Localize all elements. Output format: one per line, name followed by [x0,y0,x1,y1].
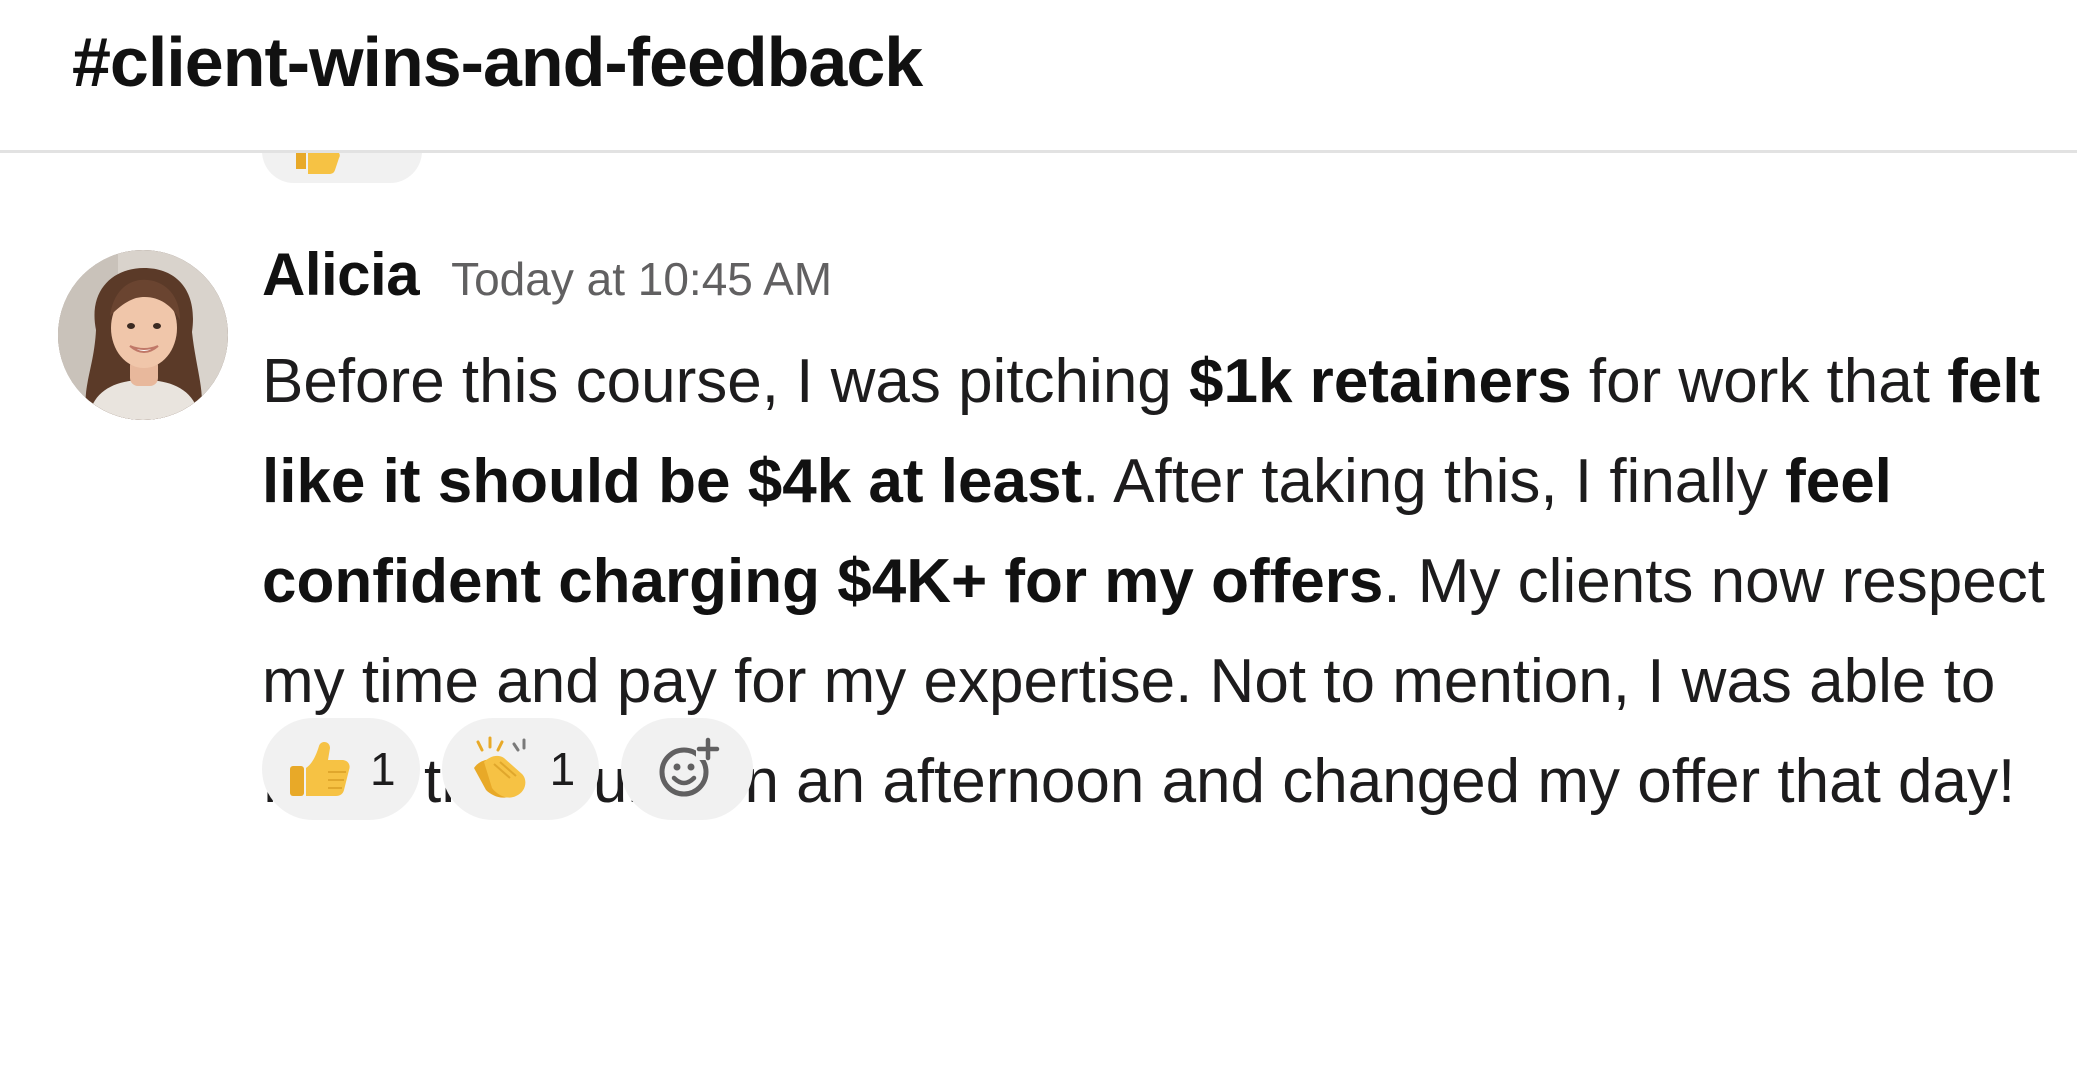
reactions-bar: 1 1 [262,718,754,820]
reaction-thumbs-up[interactable]: 1 [262,718,420,820]
reaction-clapping-hands[interactable]: 1 [441,718,600,820]
channel-title[interactable]: #client-wins-and-feedback [72,22,923,102]
message-timestamp[interactable]: Today at 10:45 AM [451,252,832,306]
message-text-segment: for work that [1571,347,1948,416]
thumbs-up-icon [296,153,340,174]
channel-header: #client-wins-and-feedback [0,0,2077,153]
previous-reaction-pill[interactable] [262,153,422,183]
reaction-count: 1 [549,743,576,795]
author-name[interactable]: Alicia [262,240,420,309]
avatar-portrait [58,250,228,420]
reaction-count: 1 [370,743,396,795]
message-text-segment: Before this course, I was pitching [262,347,1190,416]
avatar[interactable] [58,250,228,420]
thumbs-up-icon [290,742,350,796]
previous-message-reactions [0,153,2077,183]
add-reaction-button[interactable] [621,718,754,820]
message-header: Alicia Today at 10:45 AM [262,240,2062,330]
clapping-hands-icon [473,736,526,798]
message-text-segment: . After taking this, I finally [1082,447,1786,516]
add-reaction-icon [659,737,721,797]
message-text-bold: $1k retainers [1189,347,1572,416]
